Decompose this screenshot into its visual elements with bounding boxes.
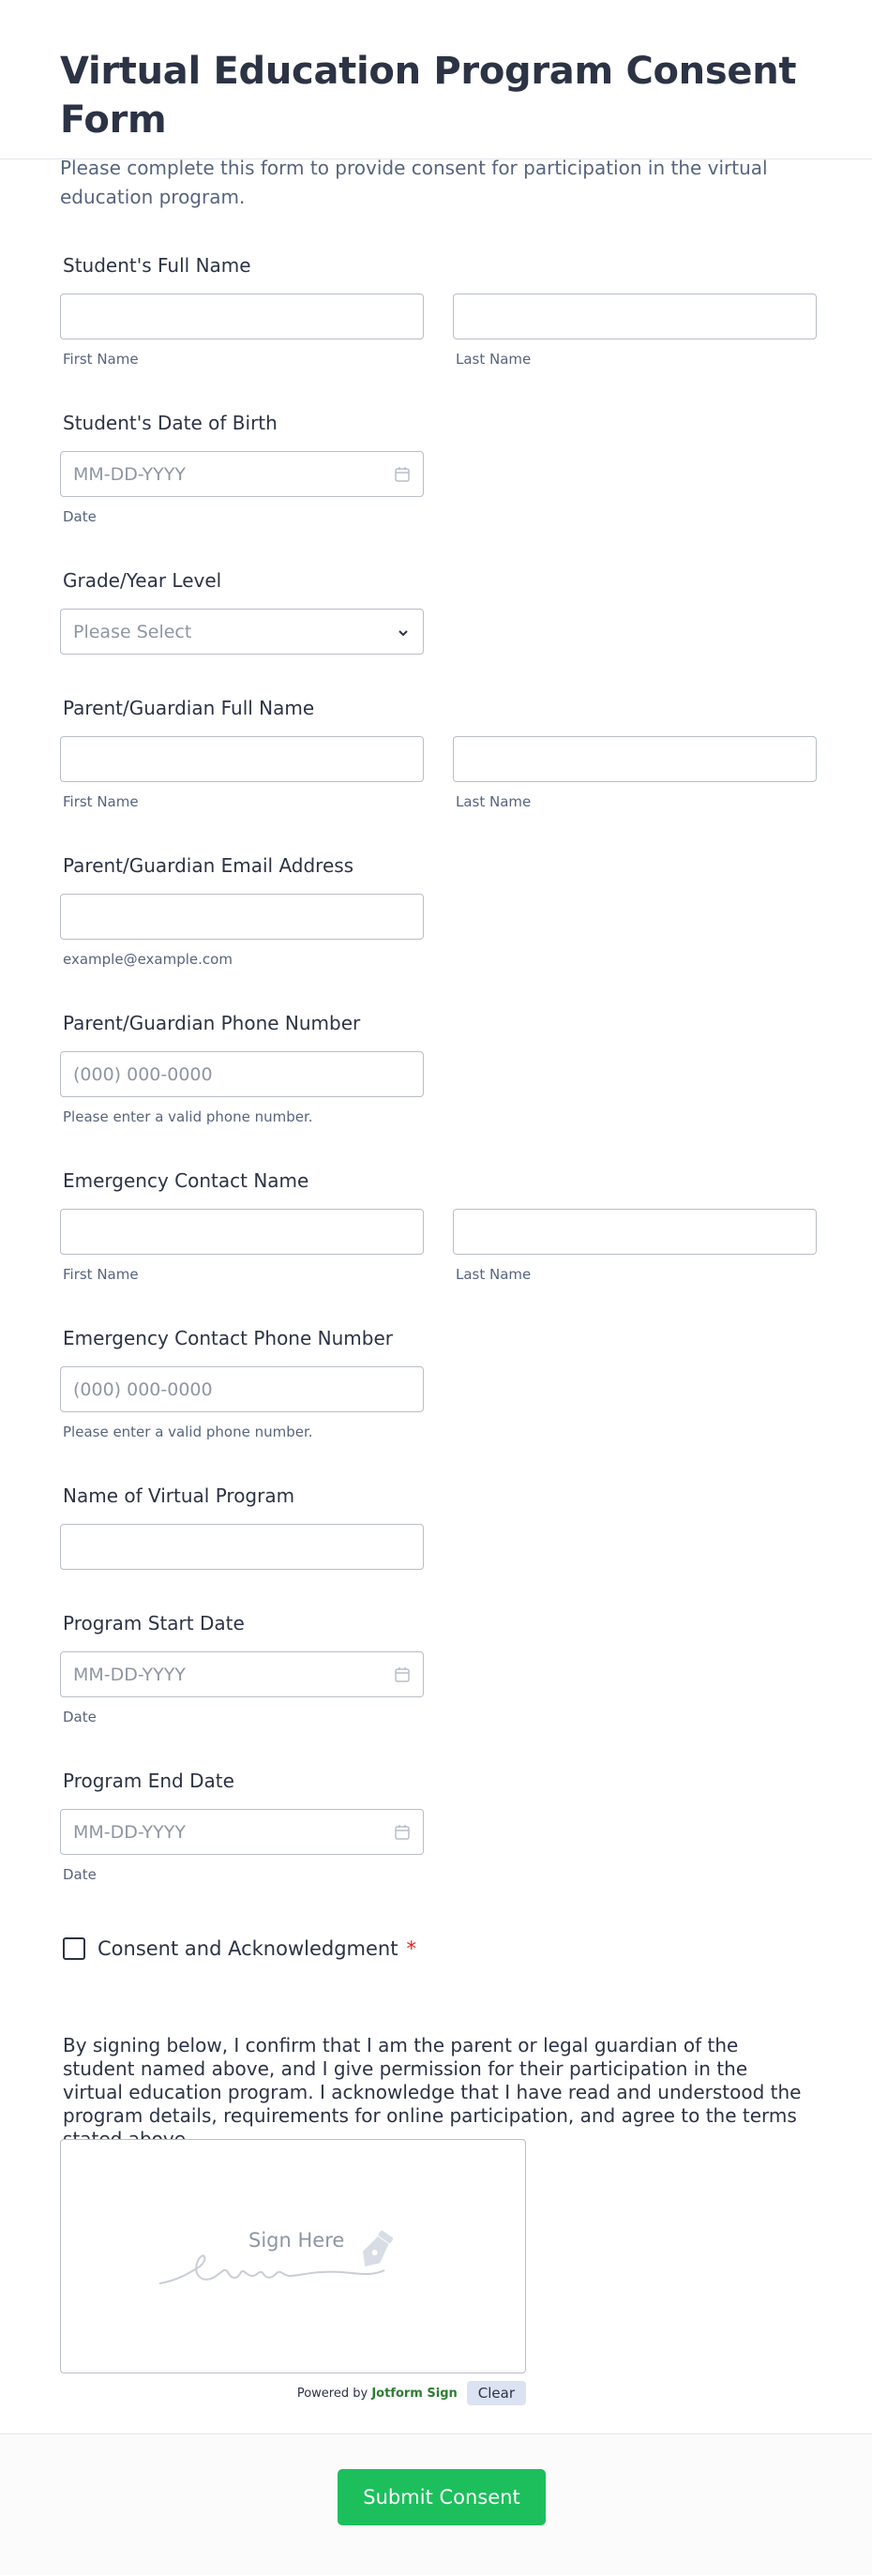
field-label: Name of Virtual Program bbox=[63, 1484, 295, 1507]
field-label: Emergency Contact Phone Number bbox=[63, 1327, 393, 1349]
start-date-section: Program Start Date MM-DD-YYYY Date bbox=[60, 1612, 820, 1725]
field-label: Parent/Guardian Full Name bbox=[63, 697, 315, 719]
emergency-phone-section: Emergency Contact Phone Number (000) 000… bbox=[60, 1327, 820, 1440]
last-name-sublabel: Last Name bbox=[456, 793, 532, 810]
emergency-first-name-input[interactable] bbox=[60, 1209, 424, 1255]
consent-label: Consent and Acknowledgment bbox=[98, 1937, 398, 1960]
student-dob-section: Student's Date of Birth MM-DD-YYYY Date bbox=[60, 412, 820, 525]
phone-sublabel: Please enter a valid phone number. bbox=[63, 1424, 313, 1440]
powered-prefix: Powered by bbox=[296, 2386, 372, 2401]
submit-button[interactable]: Submit Consent bbox=[338, 2469, 546, 2525]
page-title: Virtual Education Program Consent Form bbox=[60, 50, 797, 142]
first-name-sublabel: First Name bbox=[63, 793, 139, 810]
grade-section: Grade/Year Level Please Select bbox=[60, 569, 820, 655]
last-name-sublabel: Last Name bbox=[456, 1266, 532, 1283]
phone-sublabel: Please enter a valid phone number. bbox=[63, 1108, 313, 1125]
guardian-email-input[interactable] bbox=[60, 894, 424, 940]
form-footer: Submit Consent bbox=[0, 2433, 872, 2575]
date-placeholder: MM-DD-YYYY bbox=[73, 1664, 186, 1685]
guardian-first-name-input[interactable] bbox=[60, 736, 424, 782]
phone-placeholder: (000) 000-0000 bbox=[73, 1063, 213, 1085]
calendar-icon[interactable] bbox=[394, 1824, 411, 1841]
student-dob-input[interactable]: MM-DD-YYYY bbox=[60, 451, 424, 497]
consent-section: Consent and Acknowledgment * bbox=[60, 1937, 820, 1960]
select-placeholder: Please Select bbox=[73, 621, 192, 642]
start-date-input[interactable]: MM-DD-YYYY bbox=[60, 1651, 424, 1697]
clear-signature-button[interactable]: Clear bbox=[466, 2381, 526, 2405]
consent-form: Student's Full Name First Name Last Name… bbox=[0, 159, 872, 2433]
date-placeholder: MM-DD-YYYY bbox=[73, 463, 186, 485]
date-sublabel: Date bbox=[63, 1866, 97, 1883]
powered-brand[interactable]: Jotform Sign bbox=[371, 2387, 457, 2401]
form-header: Virtual Education Program Consent Form P… bbox=[0, 0, 872, 208]
last-name-sublabel: Last Name bbox=[456, 351, 532, 368]
guardian-phone-input[interactable]: (000) 000-0000 bbox=[60, 1051, 424, 1097]
email-sublabel: example@example.com bbox=[63, 951, 233, 968]
consent-statement: By signing below, I confirm that I am th… bbox=[63, 2034, 802, 2150]
emergency-phone-input[interactable]: (000) 000-0000 bbox=[60, 1366, 424, 1412]
grade-select[interactable]: Please Select bbox=[60, 609, 424, 655]
signature-footer: Powered by Jotform Sign Clear bbox=[60, 2381, 526, 2405]
date-sublabel: Date bbox=[63, 508, 97, 525]
chevron-down-icon bbox=[398, 630, 408, 637]
calendar-icon[interactable] bbox=[394, 1666, 411, 1683]
signature-hint: Sign Here bbox=[248, 2229, 345, 2252]
required-mark: * bbox=[406, 1937, 416, 1960]
first-name-sublabel: First Name bbox=[63, 351, 139, 368]
field-label: Student's Full Name bbox=[63, 254, 251, 277]
emergency-name-section: Emergency Contact Name First Name Last N… bbox=[60, 1169, 820, 1283]
student-first-name-input[interactable] bbox=[60, 294, 424, 339]
program-name-section: Name of Virtual Program bbox=[60, 1484, 820, 1570]
consent-checkbox[interactable] bbox=[63, 1937, 85, 1960]
field-label: Program Start Date bbox=[63, 1612, 245, 1634]
powered-by: Powered by Jotform Sign bbox=[297, 2387, 458, 2401]
date-placeholder: MM-DD-YYYY bbox=[73, 1821, 186, 1843]
guardian-email-section: Parent/Guardian Email Address example@ex… bbox=[60, 854, 820, 968]
end-date-input[interactable]: MM-DD-YYYY bbox=[60, 1809, 424, 1855]
field-label: Parent/Guardian Phone Number bbox=[63, 1012, 361, 1034]
field-label: Program End Date bbox=[63, 1770, 234, 1792]
field-label: Emergency Contact Name bbox=[63, 1169, 309, 1192]
first-name-sublabel: First Name bbox=[63, 1266, 139, 1283]
emergency-last-name-input[interactable] bbox=[453, 1209, 817, 1255]
date-sublabel: Date bbox=[63, 1709, 97, 1725]
end-date-section: Program End Date MM-DD-YYYY Date bbox=[60, 1770, 820, 1883]
field-label: Parent/Guardian Email Address bbox=[63, 854, 354, 877]
student-name-section: Student's Full Name First Name Last Name bbox=[60, 254, 820, 368]
program-name-input[interactable] bbox=[60, 1524, 424, 1570]
calendar-icon[interactable] bbox=[394, 466, 411, 483]
field-label: Grade/Year Level bbox=[63, 569, 222, 592]
guardian-phone-section: Parent/Guardian Phone Number (000) 000-0… bbox=[60, 1012, 820, 1125]
signature-pad[interactable]: Sign Here bbox=[60, 2139, 526, 2373]
consent-statement-section: By signing below, I confirm that I am th… bbox=[60, 2034, 820, 2151]
phone-placeholder: (000) 000-0000 bbox=[73, 1378, 213, 1400]
guardian-last-name-input[interactable] bbox=[453, 736, 817, 782]
guardian-name-section: Parent/Guardian Full Name First Name Las… bbox=[60, 697, 820, 810]
student-last-name-input[interactable] bbox=[453, 294, 817, 339]
field-label: Student's Date of Birth bbox=[63, 412, 278, 434]
